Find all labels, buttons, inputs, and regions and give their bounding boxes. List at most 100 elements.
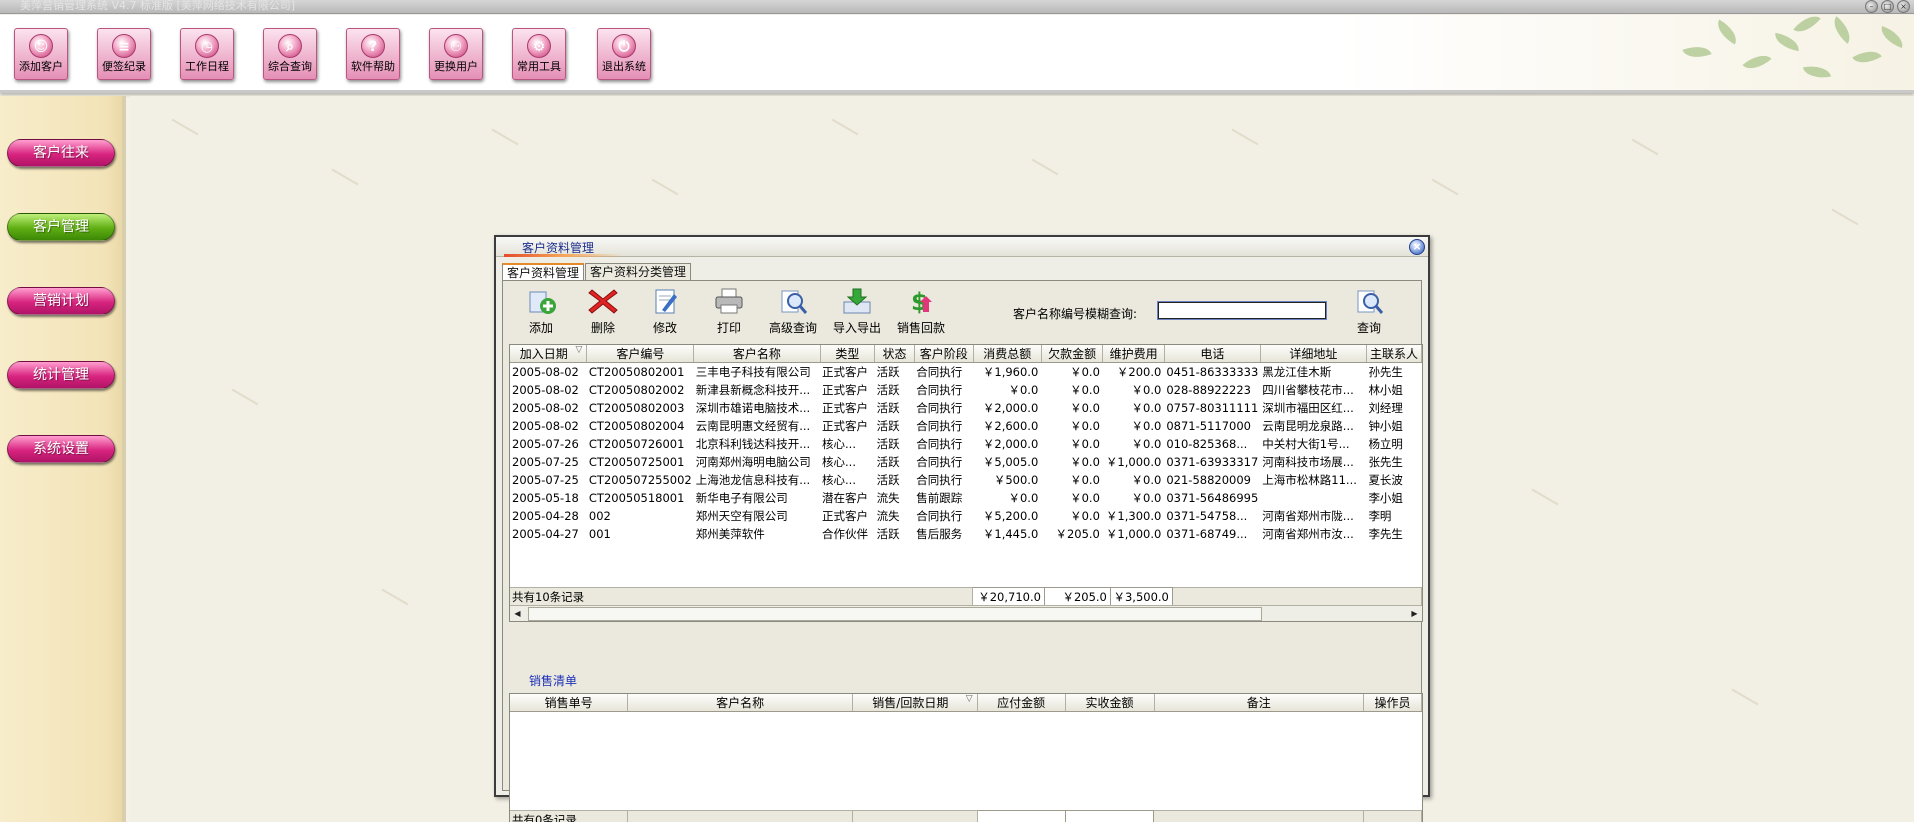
customer-grid[interactable]: 加入日期 ▽ 客户编号 客户名称 类型 状态 客户阶段 消费总额 欠款金额 维护费…: [509, 344, 1423, 622]
table-row[interactable]: 2005-07-25 CT20050725001 河南郑州海明电脑公司 核心... 活跃…: [510, 453, 1422, 471]
table-cell: 三丰电子科技有限公司: [695, 364, 811, 379]
add-label: 添加: [528, 321, 553, 335]
user-add-icon: ☺: [29, 34, 53, 58]
table-row[interactable]: 2005-08-02 CT20050802001 三丰电子科技有限公司 正式客户 活跃 合…: [510, 363, 1422, 381]
table-cell: 张先生: [1368, 454, 1403, 469]
query-button[interactable]: ⌕ 综合查询: [263, 28, 317, 80]
close-icon[interactable]: ×: [1897, 0, 1910, 13]
restore-icon[interactable]: □: [1881, 0, 1894, 13]
dialog-titlebar: 客户资料管理 ×: [496, 237, 1428, 257]
table-cell: 2005-08-02: [512, 400, 579, 415]
scroll-thumb[interactable]: [528, 607, 1262, 621]
col-phone[interactable]: 电话: [1164, 345, 1261, 363]
table-cell: 正式客户: [822, 400, 869, 415]
sidebar-item-statistics[interactable]: 统计管理: [7, 361, 115, 389]
advanced-search-icon: [776, 286, 810, 316]
col-stage[interactable]: 客户阶段: [914, 345, 974, 363]
table-row[interactable]: 2005-07-26 CT20050726001 北京科利钱达科技开... 核心...…: [510, 435, 1422, 453]
table-row[interactable]: 2005-04-27 001 郑州美萍软件 合作伙伴 活跃 售后服务 ￥1,445.0 ￥20…: [510, 525, 1422, 543]
col-payable[interactable]: 应付金额: [977, 694, 1066, 712]
print-button[interactable]: 打印: [701, 286, 757, 336]
col-contact[interactable]: 主联系人: [1366, 345, 1422, 363]
scroll-right-icon[interactable]: ▶: [1407, 606, 1422, 621]
advanced-search-button[interactable]: 高级查询: [765, 286, 821, 336]
schedule-label: 工作日程: [185, 60, 229, 73]
customer-grid-body: 2005-08-02 CT20050802001 三丰电子科技有限公司 正式客户 活跃合…: [510, 363, 1422, 543]
sales-payment-button[interactable]: $ 销售回款: [893, 286, 949, 336]
sidebar-item-customer-dealings[interactable]: 客户往来: [7, 139, 115, 167]
table-cell: 0871-5117000: [1166, 418, 1251, 433]
edit-button[interactable]: 修改: [637, 286, 693, 336]
sales-grid[interactable]: 销售单号 客户名称 销售/回款日期 ▽ 应付金额 实收金额 备注 操作员 共有0…: [509, 693, 1423, 822]
col-customer-name[interactable]: 客户名称: [693, 345, 821, 363]
minimize-icon[interactable]: –: [1865, 0, 1878, 13]
table-row[interactable]: 2005-08-02 CT20050802003 深圳市雄诺电脑技术... 正式客户活…: [510, 399, 1422, 417]
col-customer-id[interactable]: 客户编号: [586, 345, 695, 363]
window-controls: – □ ×: [1865, 0, 1910, 13]
col-join-date[interactable]: 加入日期 ▽: [510, 345, 588, 363]
col-remark[interactable]: 备注: [1154, 694, 1364, 712]
schedule-button[interactable]: ◷ 工作日程: [180, 28, 234, 80]
table-cell: 郑州美萍软件: [695, 526, 765, 541]
table-cell: CT20050518001: [588, 490, 685, 505]
col-maint-fee[interactable]: 维护费用: [1102, 345, 1165, 363]
help-button[interactable]: ? 软件帮助: [346, 28, 400, 80]
table-cell: ￥0.0: [1070, 436, 1100, 451]
table-cell: 010-825368...: [1166, 436, 1248, 451]
col-sales-no[interactable]: 销售单号: [510, 694, 629, 712]
col-debt[interactable]: 欠款金额: [1041, 345, 1104, 363]
tab-customer-info[interactable]: 客户资料管理: [502, 263, 585, 281]
customer-grid-hscroll[interactable]: ◀ ▶: [510, 605, 1422, 621]
notes-button[interactable]: ≡ 便签纪录: [97, 28, 151, 80]
sales-record-count: 共有0条记录: [510, 810, 629, 822]
table-cell: ￥2,000.0: [982, 400, 1039, 415]
total-maint-sum: ￥3,500.0: [1109, 587, 1173, 606]
tab-customer-category[interactable]: 客户资料分类管理: [585, 263, 692, 281]
col-type[interactable]: 类型: [820, 345, 876, 363]
search-button[interactable]: 查询: [1341, 286, 1397, 336]
table-cell: 核心...: [822, 472, 856, 487]
table-row[interactable]: 2005-07-25 CT200507255002 上海池龙信息科技有... 核心..…: [510, 471, 1422, 489]
tools-button[interactable]: ⚙ 常用工具: [512, 28, 566, 80]
table-cell: 河南科技市场展...: [1262, 454, 1354, 469]
sidebar-item-marketing-plan[interactable]: 营销计划: [7, 287, 115, 315]
table-cell: 2005-07-25: [512, 472, 579, 487]
table-row[interactable]: 2005-04-28 002 郑州天空有限公司 正式客户 流失 合同执行 ￥5,200.0 ￥…: [510, 507, 1422, 525]
switch-user-icon: ⚇: [444, 34, 468, 58]
table-cell: 活跃: [876, 526, 900, 541]
schedule-icon: ◷: [195, 34, 219, 58]
delete-button[interactable]: 删除: [575, 286, 631, 336]
sidebar-item-system-settings[interactable]: 系统设置: [7, 435, 115, 463]
col-status[interactable]: 状态: [874, 345, 915, 363]
table-cell: 0371-68749...: [1166, 526, 1248, 541]
col-total-sales[interactable]: 消费总额: [973, 345, 1042, 363]
table-cell: 夏长波: [1368, 472, 1403, 487]
add-customer-button[interactable]: ☺ 添加客户: [14, 28, 68, 80]
table-cell: ￥2,600.0: [982, 418, 1039, 433]
import-export-button[interactable]: 导入导出: [829, 286, 885, 336]
table-row[interactable]: 2005-08-02 CT20050802002 新津县新概念科技开... 正式客户活…: [510, 381, 1422, 399]
close-icon[interactable]: ×: [1409, 239, 1425, 255]
col-operator[interactable]: 操作员: [1363, 694, 1422, 712]
col-received[interactable]: 实收金额: [1065, 694, 1155, 712]
help-label: 软件帮助: [351, 60, 395, 73]
sidebar-item-customer-management[interactable]: 客户管理: [7, 213, 115, 241]
switch-user-button[interactable]: ⚇ 更换用户: [429, 28, 483, 80]
table-cell: 流失: [876, 508, 900, 523]
add-button[interactable]: 添加: [513, 286, 569, 336]
table-cell: ￥0.0: [1131, 436, 1162, 451]
col-sales-date[interactable]: 销售/回款日期 ▽: [852, 694, 978, 712]
exit-button[interactable]: ⏻ 退出系统: [597, 28, 651, 80]
scroll-left-icon[interactable]: ◀: [510, 606, 525, 621]
customer-search-input[interactable]: [1157, 301, 1327, 320]
col-join-date-label: 加入日期: [519, 347, 568, 361]
table-cell: 活跃: [876, 400, 900, 415]
table-row[interactable]: 2005-05-18 CT20050518001 新华电子有限公司 潜在客户 流失 售前跟…: [510, 489, 1422, 507]
table-cell: ￥200.0: [1116, 364, 1162, 379]
printer-icon: [712, 286, 746, 316]
table-cell: 潜在客户: [822, 490, 869, 505]
table-cell: CT20050802001: [588, 364, 685, 379]
col-sales-customer[interactable]: 客户名称: [627, 694, 853, 712]
table-row[interactable]: 2005-08-02 CT20050802004 云南昆明惠文经贸有... 正式客户活…: [510, 417, 1422, 435]
col-address[interactable]: 详细地址: [1260, 345, 1367, 363]
